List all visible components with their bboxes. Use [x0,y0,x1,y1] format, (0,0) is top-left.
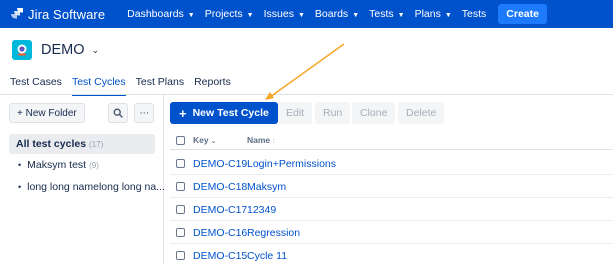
project-avatar [12,40,32,60]
sort-icon: ⌄ [210,138,217,145]
sort-icon: ↕ [272,138,276,145]
nav-label: Plans [414,8,441,20]
cycle-key-link[interactable]: DEMO-C19 [193,158,247,170]
folder-label: Maksym test [27,159,87,171]
cycle-key-link[interactable]: DEMO-C15 [193,250,247,262]
cycle-name-link[interactable]: Login+Permissions [247,158,336,170]
nav-issues[interactable]: Issues ▼ [264,8,305,20]
cycle-name-link[interactable]: 12349 [247,204,276,216]
folder-count: (9) [89,160,99,170]
chevron-down-icon: ▼ [246,11,254,19]
project-tabs: Test Cases Test Cycles Test Plans Report… [10,76,241,96]
project-switcher[interactable]: DEMO ⌄ [12,40,99,60]
cycle-key-link[interactable]: DEMO-C16 [193,227,247,239]
sidebar-divider [163,95,164,264]
create-button[interactable]: Create [498,4,547,24]
folder-all-test-cycles[interactable]: All test cycles (17) [9,134,155,154]
edit-button[interactable]: Edit [278,102,313,124]
jira-logo[interactable]: Jira Software [10,7,105,22]
nav-projects[interactable]: Projects ▼ [205,8,254,20]
table-row[interactable]: DEMO-C16 Regression [170,221,613,244]
bullet-icon: • [18,182,22,192]
nav-tests[interactable]: Tests ▼ [369,8,404,20]
cycle-name-link[interactable]: Maksym [247,181,286,193]
row-checkbox[interactable] [176,251,185,260]
folder-item[interactable]: • Maksym test (9) [18,159,99,171]
table-header: Key ⌄ Name ↕ [170,132,613,150]
clone-button[interactable]: Clone [352,102,396,124]
table-row[interactable]: DEMO-C19 Login+Permissions [170,152,613,175]
chevron-down-icon: ▼ [297,11,305,19]
tab-test-cycles[interactable]: Test Cycles [71,76,126,96]
jira-logo-icon [11,8,23,19]
column-header-key[interactable]: Key ⌄ [193,135,216,145]
folder-count: (17) [89,139,104,149]
tab-reports[interactable]: Reports [194,76,231,96]
nav-label: Tests [369,8,394,20]
new-test-cycle-button[interactable]: + New Test Cycle [170,102,278,124]
delete-button[interactable]: Delete [398,102,445,124]
bullet-icon: • [18,160,22,170]
search-icon [113,108,123,118]
table-row[interactable]: DEMO-C15 Cycle 11 [170,244,613,264]
nav-tests-2[interactable]: Tests [462,8,487,20]
button-label: New Test Cycle [192,107,269,119]
nav-label: Boards [314,8,349,20]
folder-item[interactable]: • long long namelong long na... [18,181,165,193]
chevron-down-icon: ⌄ [91,44,100,55]
project-avatar-icon [17,44,27,56]
folder-label: long long namelong long na... [27,181,165,193]
row-checkbox[interactable] [176,159,185,168]
folder-search-button[interactable] [108,103,128,123]
more-icon: ··· [139,106,149,119]
folder-label: All test cycles [16,138,87,150]
nav-boards[interactable]: Boards ▼ [315,8,359,20]
row-checkbox[interactable] [176,228,185,237]
folder-more-button[interactable]: ··· [134,103,154,123]
column-header-name[interactable]: Name ↕ [247,135,276,145]
cycle-key-link[interactable]: DEMO-C18 [193,181,247,193]
nav-plans[interactable]: Plans ▼ [415,8,452,20]
new-folder-button[interactable]: + New Folder [9,103,85,123]
project-name: DEMO [41,42,85,58]
nav-dashboards[interactable]: Dashboards ▼ [127,8,195,20]
nav-label: Tests [461,8,487,20]
cycle-key-link[interactable]: DEMO-C17 [193,204,247,216]
row-checkbox[interactable] [176,205,185,214]
row-checkbox[interactable] [176,182,185,191]
chevron-down-icon: ▼ [187,11,195,19]
select-all-checkbox[interactable] [176,136,185,145]
column-label: Name [247,135,271,145]
nav-label: Projects [204,8,243,20]
cycle-name-link[interactable]: Cycle 11 [247,250,287,262]
cycle-name-link[interactable]: Regression [247,227,300,239]
nav-label: Issues [263,8,294,20]
chevron-down-icon: ▼ [352,11,360,19]
app-title: Jira Software [28,6,106,22]
table-row[interactable]: DEMO-C18 Maksym [170,175,613,198]
tab-test-plans[interactable]: Test Plans [136,76,184,96]
nav-label: Dashboards [127,8,184,20]
run-button[interactable]: Run [315,102,351,124]
tab-test-cases[interactable]: Test Cases [10,76,62,96]
chevron-down-icon: ▼ [444,11,452,19]
table-row[interactable]: DEMO-C17 12349 [170,198,613,221]
plus-icon: + [179,105,187,121]
chevron-down-icon: ▼ [397,11,405,19]
column-label: Key [193,135,209,145]
top-navigation: Jira Software Dashboards ▼ Projects ▼ Issu… [0,0,613,28]
